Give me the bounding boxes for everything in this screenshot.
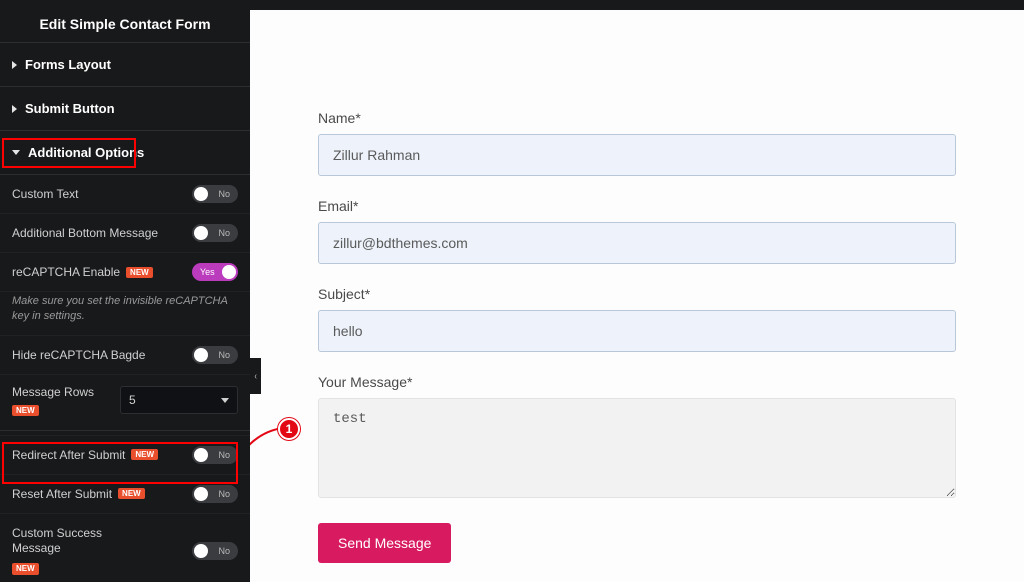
option-recaptcha-enable: reCAPTCHA Enable NEW Yes bbox=[0, 252, 250, 291]
toggle-knob bbox=[222, 265, 236, 279]
new-badge: NEW bbox=[118, 488, 145, 499]
contact-form: Name* Email* Subject* Your Message* Send… bbox=[318, 110, 956, 563]
name-input[interactable] bbox=[318, 134, 956, 176]
toggle-knob bbox=[194, 187, 208, 201]
toggle-reset-after-submit[interactable]: No bbox=[192, 485, 238, 503]
toggle-knob bbox=[194, 348, 208, 362]
new-badge: NEW bbox=[126, 267, 153, 278]
chevron-right-icon bbox=[12, 61, 17, 69]
section-additional-options[interactable]: Additional Options bbox=[0, 131, 250, 175]
section-submit-button[interactable]: Submit Button bbox=[0, 87, 250, 131]
option-label: Hide reCAPTCHA Bagde bbox=[12, 348, 145, 362]
new-badge: NEW bbox=[12, 563, 39, 575]
option-label: reCAPTCHA Enable bbox=[12, 265, 120, 279]
option-reset-after-submit: Reset After Submit NEW No bbox=[0, 474, 250, 513]
option-hide-recaptcha-badge: Hide reCAPTCHA Bagde No bbox=[0, 335, 250, 374]
option-additional-bottom-message: Additional Bottom Message No bbox=[0, 213, 250, 252]
email-label: Email* bbox=[318, 198, 956, 214]
email-input[interactable] bbox=[318, 222, 956, 264]
subject-label: Subject* bbox=[318, 286, 956, 302]
new-badge: NEW bbox=[12, 405, 39, 416]
app-topbar bbox=[0, 0, 1024, 10]
additional-options-panel: Custom Text No Additional Bottom Message… bbox=[0, 175, 250, 582]
option-message-rows: Message Rows NEW 5 bbox=[0, 374, 250, 426]
toggle-knob bbox=[194, 226, 208, 240]
toggle-state: No bbox=[218, 350, 230, 360]
option-custom-text: Custom Text No bbox=[0, 175, 250, 213]
chevron-right-icon bbox=[12, 105, 17, 113]
option-label: Message Rows bbox=[12, 385, 94, 399]
message-textarea[interactable] bbox=[318, 398, 956, 498]
select-value: 5 bbox=[129, 393, 136, 407]
toggle-additional-bottom-message[interactable]: No bbox=[192, 224, 238, 242]
toggle-hide-recaptcha-badge[interactable]: No bbox=[192, 346, 238, 364]
toggle-state: Yes bbox=[200, 267, 215, 277]
section-label: Forms Layout bbox=[25, 57, 111, 72]
sidebar-collapse-handle[interactable]: ‹ bbox=[250, 358, 261, 394]
toggle-state: No bbox=[218, 546, 230, 556]
send-message-button[interactable]: Send Message bbox=[318, 523, 451, 563]
preview-body: Name* Email* Subject* Your Message* Send… bbox=[250, 10, 1024, 582]
toggle-custom-text[interactable]: No bbox=[192, 185, 238, 203]
select-message-rows[interactable]: 5 bbox=[120, 386, 238, 414]
subject-input[interactable] bbox=[318, 310, 956, 352]
toggle-knob bbox=[194, 448, 208, 462]
option-label: Custom Text bbox=[12, 187, 78, 201]
message-label: Your Message* bbox=[318, 374, 956, 390]
divider bbox=[0, 430, 250, 431]
toggle-state: No bbox=[218, 228, 230, 238]
recaptcha-hint: Make sure you set the invisible reCAPTCH… bbox=[0, 291, 250, 335]
toggle-recaptcha-enable[interactable]: Yes bbox=[192, 263, 238, 281]
sidebar-title: Edit Simple Contact Form bbox=[0, 10, 250, 43]
editor-sidebar: Edit Simple Contact Form Forms Layout Su… bbox=[0, 10, 250, 582]
section-label: Additional Options bbox=[28, 145, 144, 160]
option-label: Reset After Submit bbox=[12, 487, 112, 501]
option-label: Custom Success Message bbox=[12, 526, 152, 557]
toggle-knob bbox=[194, 487, 208, 501]
chevron-left-icon: ‹ bbox=[254, 371, 256, 382]
toggle-state: No bbox=[218, 450, 230, 460]
section-label: Submit Button bbox=[25, 101, 115, 116]
option-redirect-after-submit: Redirect After Submit NEW No bbox=[0, 435, 250, 474]
toggle-knob bbox=[194, 544, 208, 558]
option-custom-success-message: Custom Success Message NEW No bbox=[0, 513, 250, 582]
annotation-marker-1: 1 bbox=[278, 418, 300, 440]
chevron-down-icon bbox=[221, 398, 229, 403]
chevron-down-icon bbox=[12, 150, 20, 155]
option-label: Redirect After Submit bbox=[12, 448, 125, 462]
new-badge: NEW bbox=[131, 449, 158, 460]
toggle-redirect-after-submit[interactable]: No bbox=[192, 446, 238, 464]
name-label: Name* bbox=[318, 110, 956, 126]
preview-canvas: Name* Email* Subject* Your Message* Send… bbox=[250, 10, 1024, 582]
toggle-state: No bbox=[218, 489, 230, 499]
toggle-custom-success-message[interactable]: No bbox=[192, 542, 238, 560]
toggle-state: No bbox=[218, 189, 230, 199]
section-forms-layout[interactable]: Forms Layout bbox=[0, 43, 250, 87]
option-label: Additional Bottom Message bbox=[12, 226, 158, 240]
